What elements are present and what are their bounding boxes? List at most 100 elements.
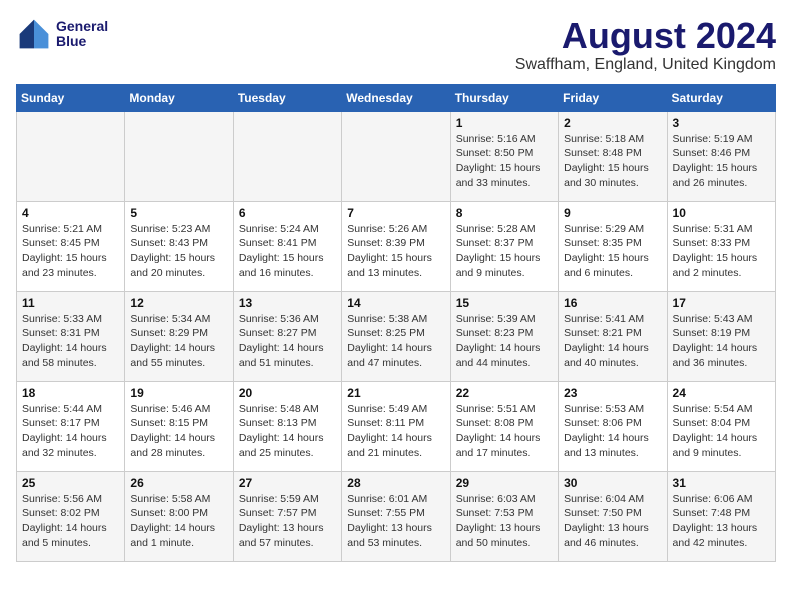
weekday-header-thursday: Thursday xyxy=(450,84,558,111)
day-number: 14 xyxy=(347,296,444,310)
day-number: 13 xyxy=(239,296,336,310)
calendar-cell: 21 Sunrise: 5:49 AM Sunset: 8:11 PM Dayli… xyxy=(342,381,450,471)
day-info: Sunrise: 5:56 AM Sunset: 8:02 PM Dayligh… xyxy=(22,492,119,551)
day-info: Sunrise: 5:23 AM Sunset: 8:43 PM Dayligh… xyxy=(130,222,227,281)
calendar-table: SundayMondayTuesdayWednesdayThursdayFrid… xyxy=(16,84,776,562)
calendar-cell: 8 Sunrise: 5:28 AM Sunset: 8:37 PM Daylig… xyxy=(450,201,558,291)
logo-line1: General xyxy=(56,19,108,34)
day-info: Sunrise: 5:46 AM Sunset: 8:15 PM Dayligh… xyxy=(130,402,227,461)
day-number: 19 xyxy=(130,386,227,400)
day-number: 30 xyxy=(564,476,661,490)
day-number: 12 xyxy=(130,296,227,310)
day-number: 10 xyxy=(673,206,770,220)
day-number: 23 xyxy=(564,386,661,400)
day-number: 20 xyxy=(239,386,336,400)
calendar-cell: 10 Sunrise: 5:31 AM Sunset: 8:33 PM Dayli… xyxy=(667,201,775,291)
day-info: Sunrise: 5:24 AM Sunset: 8:41 PM Dayligh… xyxy=(239,222,336,281)
day-number: 18 xyxy=(22,386,119,400)
day-info: Sunrise: 5:58 AM Sunset: 8:00 PM Dayligh… xyxy=(130,492,227,551)
day-info: Sunrise: 5:28 AM Sunset: 8:37 PM Dayligh… xyxy=(456,222,553,281)
day-number: 3 xyxy=(673,116,770,130)
calendar-cell xyxy=(125,111,233,201)
day-number: 5 xyxy=(130,206,227,220)
calendar-cell: 16 Sunrise: 5:41 AM Sunset: 8:21 PM Dayli… xyxy=(559,291,667,381)
day-info: Sunrise: 5:53 AM Sunset: 8:06 PM Dayligh… xyxy=(564,402,661,461)
calendar-cell: 4 Sunrise: 5:21 AM Sunset: 8:45 PM Daylig… xyxy=(17,201,125,291)
day-number: 16 xyxy=(564,296,661,310)
day-info: Sunrise: 5:36 AM Sunset: 8:27 PM Dayligh… xyxy=(239,312,336,371)
day-info: Sunrise: 5:49 AM Sunset: 8:11 PM Dayligh… xyxy=(347,402,444,461)
calendar-cell: 15Sunrise: 5:39 AM Sunset: 8:23 PM Dayli… xyxy=(450,291,558,381)
calendar-cell: 9 Sunrise: 5:29 AM Sunset: 8:35 PM Daylig… xyxy=(559,201,667,291)
week-row-5: 25Sunrise: 5:56 AM Sunset: 8:02 PM Dayli… xyxy=(17,471,776,561)
calendar-cell: 14 Sunrise: 5:38 AM Sunset: 8:25 PM Dayli… xyxy=(342,291,450,381)
day-info: Sunrise: 5:29 AM Sunset: 8:35 PM Dayligh… xyxy=(564,222,661,281)
day-number: 4 xyxy=(22,206,119,220)
day-info: Sunrise: 5:44 AM Sunset: 8:17 PM Dayligh… xyxy=(22,402,119,461)
day-info: Sunrise: 5:26 AM Sunset: 8:39 PM Dayligh… xyxy=(347,222,444,281)
day-number: 2 xyxy=(564,116,661,130)
logo-text: General Blue xyxy=(56,19,108,50)
calendar-cell: 17 Sunrise: 5:43 AM Sunset: 8:19 PM Dayli… xyxy=(667,291,775,381)
week-row-2: 4 Sunrise: 5:21 AM Sunset: 8:45 PM Daylig… xyxy=(17,201,776,291)
calendar-cell: 24Sunrise: 5:54 AM Sunset: 8:04 PM Dayli… xyxy=(667,381,775,471)
day-info: Sunrise: 5:31 AM Sunset: 8:33 PM Dayligh… xyxy=(673,222,770,281)
day-number: 21 xyxy=(347,386,444,400)
day-number: 27 xyxy=(239,476,336,490)
calendar-cell: 27 Sunrise: 5:59 AM Sunset: 7:57 PM Dayli… xyxy=(233,471,341,561)
day-info: Sunrise: 5:38 AM Sunset: 8:25 PM Dayligh… xyxy=(347,312,444,371)
day-info: Sunrise: 5:16 AM Sunset: 8:50 PM Dayligh… xyxy=(456,132,553,191)
day-number: 8 xyxy=(456,206,553,220)
day-number: 15 xyxy=(456,296,553,310)
week-row-1: 1 Sunrise: 5:16 AM Sunset: 8:50 PM Daylig… xyxy=(17,111,776,201)
day-number: 7 xyxy=(347,206,444,220)
calendar-cell: 12 Sunrise: 5:34 AM Sunset: 8:29 PM Dayli… xyxy=(125,291,233,381)
title-area: August 2024 Swaffham, England, United Ki… xyxy=(515,16,776,74)
calendar-cell: 18 Sunrise: 5:44 AM Sunset: 8:17 PM Dayli… xyxy=(17,381,125,471)
day-number: 11 xyxy=(22,296,119,310)
day-number: 6 xyxy=(239,206,336,220)
day-info: Sunrise: 5:19 AM Sunset: 8:46 PM Dayligh… xyxy=(673,132,770,191)
weekday-header-tuesday: Tuesday xyxy=(233,84,341,111)
weekday-header-row: SundayMondayTuesdayWednesdayThursdayFrid… xyxy=(17,84,776,111)
day-number: 1 xyxy=(456,116,553,130)
day-info: Sunrise: 6:03 AM Sunset: 7:53 PM Dayligh… xyxy=(456,492,553,551)
weekday-header-wednesday: Wednesday xyxy=(342,84,450,111)
day-number: 28 xyxy=(347,476,444,490)
day-info: Sunrise: 5:34 AM Sunset: 8:29 PM Dayligh… xyxy=(130,312,227,371)
calendar-cell: 25Sunrise: 5:56 AM Sunset: 8:02 PM Dayli… xyxy=(17,471,125,561)
calendar-cell: 22 Sunrise: 5:51 AM Sunset: 8:08 PM Dayli… xyxy=(450,381,558,471)
calendar-cell: 11Sunrise: 5:33 AM Sunset: 8:31 PM Dayli… xyxy=(17,291,125,381)
day-number: 17 xyxy=(673,296,770,310)
calendar-cell: 2 Sunrise: 5:18 AM Sunset: 8:48 PM Daylig… xyxy=(559,111,667,201)
header: General Blue August 2024 Swaffham, Engla… xyxy=(16,16,776,74)
calendar-cell: 30Sunrise: 6:04 AM Sunset: 7:50 PM Dayli… xyxy=(559,471,667,561)
calendar-cell: 19 Sunrise: 5:46 AM Sunset: 8:15 PM Dayli… xyxy=(125,381,233,471)
day-info: Sunrise: 5:21 AM Sunset: 8:45 PM Dayligh… xyxy=(22,222,119,281)
main-title: August 2024 xyxy=(515,16,776,56)
calendar-cell: 3 Sunrise: 5:19 AM Sunset: 8:46 PM Daylig… xyxy=(667,111,775,201)
day-info: Sunrise: 5:48 AM Sunset: 8:13 PM Dayligh… xyxy=(239,402,336,461)
calendar-cell: 29Sunrise: 6:03 AM Sunset: 7:53 PM Dayli… xyxy=(450,471,558,561)
calendar-cell: 31 Sunrise: 6:06 AM Sunset: 7:48 PM Dayli… xyxy=(667,471,775,561)
week-row-4: 18 Sunrise: 5:44 AM Sunset: 8:17 PM Dayli… xyxy=(17,381,776,471)
day-info: Sunrise: 5:59 AM Sunset: 7:57 PM Dayligh… xyxy=(239,492,336,551)
day-info: Sunrise: 5:41 AM Sunset: 8:21 PM Dayligh… xyxy=(564,312,661,371)
calendar-cell: 23 Sunrise: 5:53 AM Sunset: 8:06 PM Dayli… xyxy=(559,381,667,471)
day-info: Sunrise: 5:51 AM Sunset: 8:08 PM Dayligh… xyxy=(456,402,553,461)
weekday-header-monday: Monday xyxy=(125,84,233,111)
calendar-cell: 5 Sunrise: 5:23 AM Sunset: 8:43 PM Daylig… xyxy=(125,201,233,291)
calendar-cell: 20 Sunrise: 5:48 AM Sunset: 8:13 PM Dayli… xyxy=(233,381,341,471)
day-info: Sunrise: 5:54 AM Sunset: 8:04 PM Dayligh… xyxy=(673,402,770,461)
day-number: 9 xyxy=(564,206,661,220)
calendar-cell: 26Sunrise: 5:58 AM Sunset: 8:00 PM Dayli… xyxy=(125,471,233,561)
subtitle: Swaffham, England, United Kingdom xyxy=(515,56,776,74)
day-info: Sunrise: 5:18 AM Sunset: 8:48 PM Dayligh… xyxy=(564,132,661,191)
calendar-cell: 6 Sunrise: 5:24 AM Sunset: 8:41 PM Daylig… xyxy=(233,201,341,291)
day-number: 31 xyxy=(673,476,770,490)
day-info: Sunrise: 5:43 AM Sunset: 8:19 PM Dayligh… xyxy=(673,312,770,371)
day-number: 22 xyxy=(456,386,553,400)
day-info: Sunrise: 6:06 AM Sunset: 7:48 PM Dayligh… xyxy=(673,492,770,551)
calendar-cell xyxy=(342,111,450,201)
calendar-cell: 13 Sunrise: 5:36 AM Sunset: 8:27 PM Dayli… xyxy=(233,291,341,381)
